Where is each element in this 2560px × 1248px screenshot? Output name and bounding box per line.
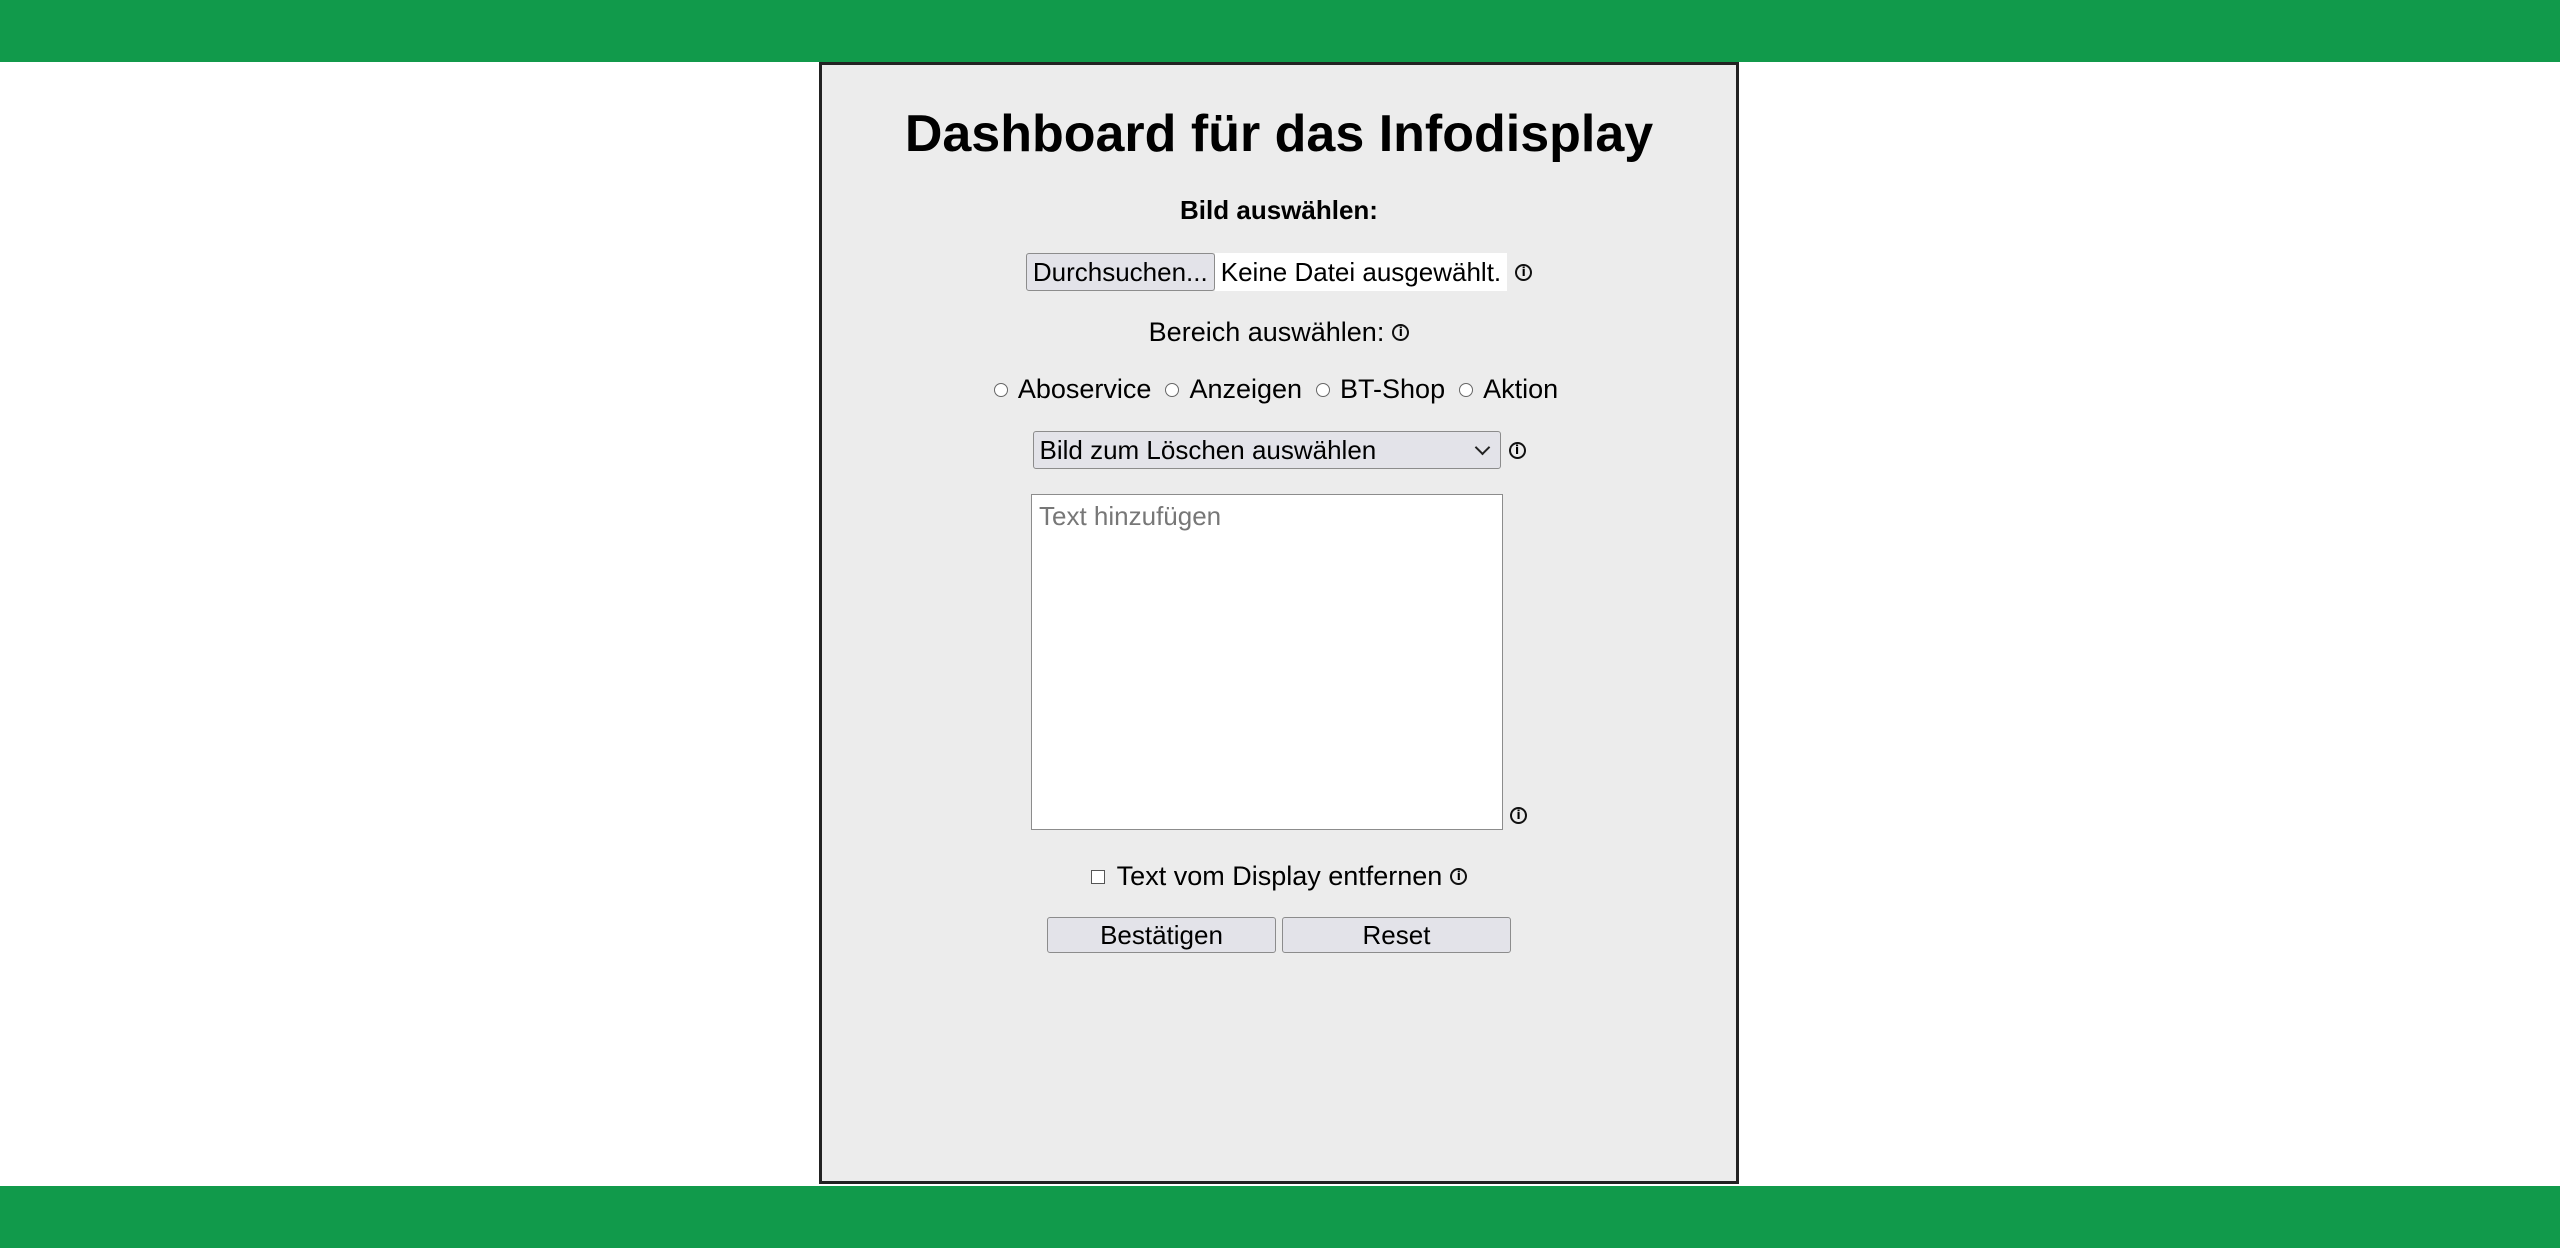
text-input-area[interactable]: Text hinzufügen — [1031, 494, 1503, 830]
radio-anzeigen[interactable]: Anzeigen — [1151, 374, 1302, 405]
file-status-text: Keine Datei ausgewählt. — [1214, 253, 1508, 291]
radio-label: Aktion — [1483, 374, 1559, 404]
bottom-green-bar — [0, 1186, 2560, 1248]
area-radio-group: Aboservice Anzeigen BT-Shop Aktion — [812, 374, 1726, 405]
info-icon[interactable]: i — [1510, 807, 1527, 824]
info-icon[interactable]: i — [1515, 263, 1533, 281]
radio-button[interactable] — [1316, 382, 1331, 397]
top-green-bar — [0, 0, 2560, 62]
info-icon[interactable]: i — [1450, 868, 1468, 885]
radio-label: Aboservice — [1017, 374, 1152, 404]
radio-label: Anzeigen — [1189, 374, 1303, 404]
reset-button[interactable]: Reset — [1282, 917, 1511, 953]
page-title: Dashboard für das Infodisplay — [904, 105, 1654, 163]
browse-file-button[interactable]: Durchsuchen... — [1025, 253, 1215, 291]
info-icon[interactable]: i — [1392, 324, 1410, 341]
area-label-row: Bereich auswählen: i — [822, 317, 1736, 348]
remove-text-checkbox[interactable] — [1090, 869, 1105, 884]
action-buttons-row: Bestätigen Reset — [822, 917, 1736, 953]
delete-image-select[interactable]: Bild zum Löschen auswählen — [1032, 431, 1501, 469]
radio-aboservice[interactable]: Aboservice — [980, 374, 1152, 405]
radio-aktion[interactable]: Aktion — [1445, 374, 1558, 405]
radio-button[interactable] — [1165, 382, 1180, 397]
radio-bt-shop[interactable]: BT-Shop — [1302, 374, 1445, 405]
select-value: Bild zum Löschen auswählen — [1039, 434, 1377, 465]
radio-label: BT-Shop — [1340, 374, 1446, 404]
image-label-row: Bild auswählen: — [822, 195, 1736, 226]
file-picker-row: Durchsuchen... Keine Datei ausgewählt. i — [822, 253, 1736, 291]
info-icon[interactable]: i — [1508, 441, 1526, 459]
confirm-button[interactable]: Bestätigen — [1047, 917, 1276, 953]
remove-text-label: Text vom Display entfernen — [1116, 861, 1443, 891]
image-label: Bild auswählen: — [1180, 195, 1378, 225]
area-label: Bereich auswählen: — [1148, 317, 1385, 347]
delete-select-row: Bild zum Löschen auswählen i — [822, 431, 1736, 469]
remove-text-row: Text vom Display entfernen i — [822, 861, 1736, 892]
dashboard-panel: Dashboard für das Infodisplay Bild auswä… — [819, 62, 1739, 1184]
radio-button[interactable] — [1459, 382, 1474, 397]
chevron-down-icon — [1474, 439, 1490, 456]
radio-button[interactable] — [993, 382, 1008, 397]
textarea-placeholder: Text hinzufügen — [1039, 501, 1222, 531]
